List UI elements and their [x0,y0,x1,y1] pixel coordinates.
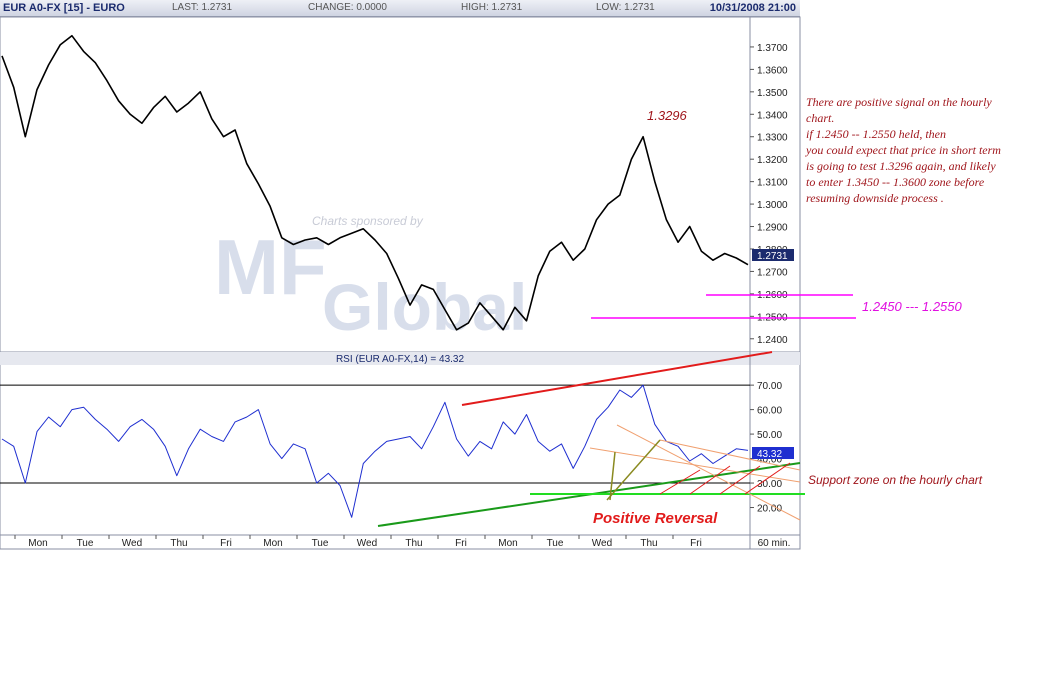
positive-reversal-label: Positive Reversal [593,510,718,527]
x-tick-label: Thu [170,538,187,549]
x-tick-label: Thu [405,538,422,549]
x-tick-label: Tue [547,538,564,549]
x-tick-label: Fri [690,538,702,549]
sponsor-watermark: Charts sponsored by [312,214,424,228]
rsi-y-tick-label: 30.00 [757,479,782,490]
commentary-line: to enter 1.3450 -- 1.3600 zone before [806,175,985,189]
commentary-line: if 1.2450 -- 1.2550 held, then [806,127,946,141]
commentary-line: There are positive signal on the hourly [806,95,992,109]
commentary-line: chart. [806,111,835,125]
commentary-line: is going to test 1.3296 again, and likel… [806,159,996,173]
x-tick-label: Wed [357,538,377,549]
price-last-label: 1.2731 [757,251,788,262]
price-y-tick-label: 1.3500 [757,88,788,99]
x-tick-label: Mon [498,538,517,549]
x-axis-unit-label: 60 min. [758,538,791,549]
rsi-y-tick-label: 70.00 [757,381,782,392]
commentary-line: you could expect that price in short ter… [806,143,1001,157]
commentary-block: There are positive signal on the hourly … [806,94,1001,206]
x-tick-label: Wed [122,538,142,549]
x-tick-label: Wed [592,538,612,549]
price-y-tick-label: 1.3200 [757,155,788,166]
x-tick-label: Thu [640,538,657,549]
x-tick-label: Mon [28,538,47,549]
rsi-y-tick-label: 50.00 [757,430,782,441]
price-y-tick-label: 1.3400 [757,110,788,121]
price-y-tick-label: 1.3100 [757,178,788,189]
x-tick-label: Tue [77,538,94,549]
zone-annotation: 1.2450 --- 1.2550 [862,299,963,314]
price-y-tick-label: 1.2900 [757,223,788,234]
price-y-tick-label: 1.3000 [757,200,788,211]
x-tick-label: Fri [220,538,232,549]
x-tick-label: Fri [455,538,467,549]
logo-mf: MF [214,223,327,311]
peak-annotation: 1.3296 [647,108,688,123]
rsi-y-tick-label: 60.00 [757,406,782,417]
price-y-tick-label: 1.2400 [757,335,788,346]
commentary-line: resuming downside process . [806,191,944,205]
rsi-title: RSI (EUR A0-FX,14) = 43.32 [336,354,465,365]
price-y-tick-label: 1.2700 [757,267,788,278]
support-zone-label: Support zone on the hourly chart [808,473,983,487]
x-tick-label: Mon [263,538,282,549]
price-y-tick-label: 1.3700 [757,43,788,54]
price-y-tick-label: 1.3300 [757,133,788,144]
price-y-tick-label: 1.3600 [757,65,788,76]
rsi-last-label: 43.32 [757,449,782,460]
logo-global: Global [322,270,527,344]
x-tick-label: Tue [312,538,329,549]
